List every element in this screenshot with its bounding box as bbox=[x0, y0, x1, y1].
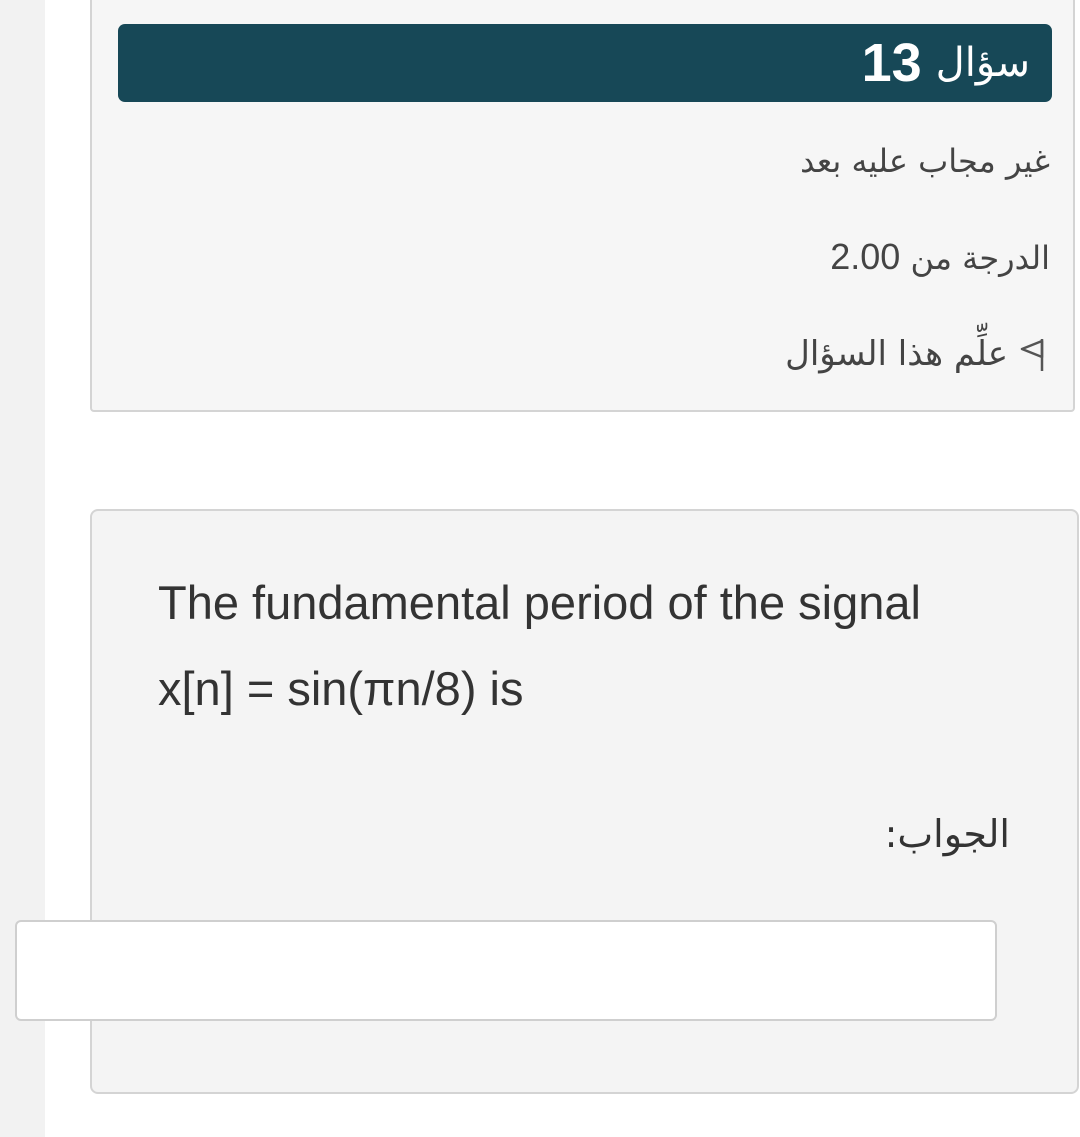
question-header: سؤال 13 bbox=[118, 24, 1052, 102]
question-text-line-1: The fundamental period of the signal bbox=[158, 576, 921, 629]
flag-question-label: علِّم هذا السؤال bbox=[785, 334, 1008, 374]
answer-input[interactable] bbox=[15, 920, 997, 1021]
question-number: 13 bbox=[861, 33, 922, 93]
question-grade: الدرجة من 2.00 bbox=[830, 236, 1050, 278]
question-text: The fundamental period of the signal x[n… bbox=[158, 560, 1018, 732]
question-label: سؤال bbox=[935, 40, 1030, 86]
question-text-line-2: x[n] = sin(πn/8) is bbox=[158, 662, 524, 715]
grade-value: 2.00 bbox=[830, 236, 901, 277]
answer-label: الجواب: bbox=[884, 812, 1010, 856]
grade-label: الدرجة من bbox=[910, 239, 1051, 277]
flag-question-link[interactable]: علِّم هذا السؤال bbox=[785, 334, 1046, 374]
flag-icon bbox=[1018, 335, 1046, 373]
question-state: غير مجاب عليه بعد bbox=[800, 142, 1050, 180]
